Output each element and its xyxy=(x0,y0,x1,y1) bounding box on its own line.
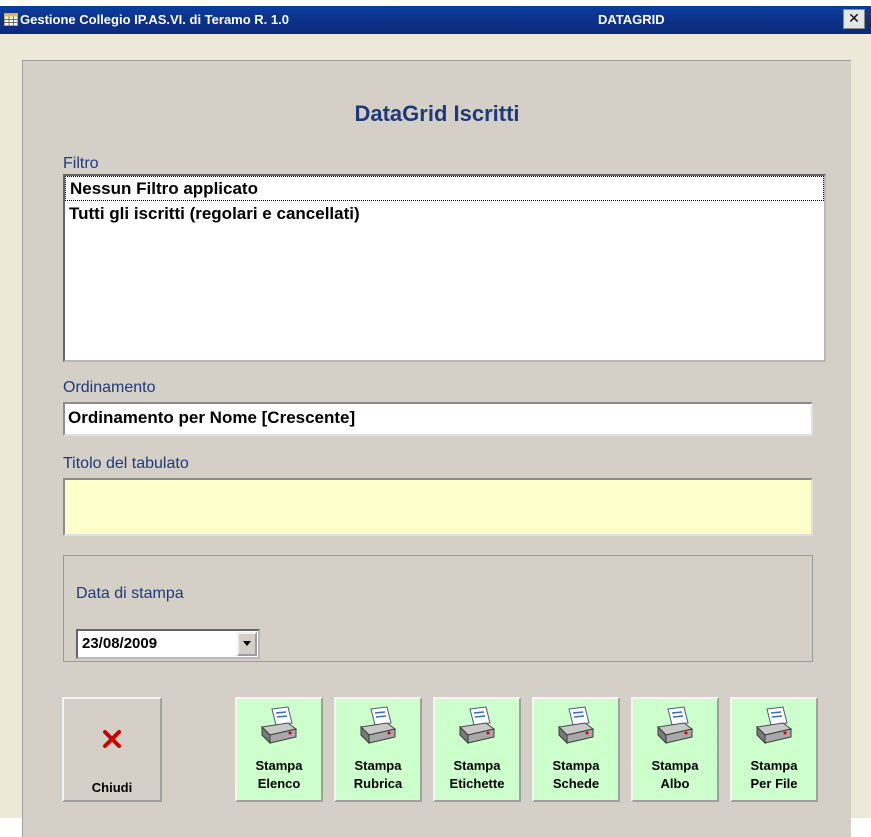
report-title-label: Titolo del tabulato xyxy=(63,455,189,472)
filter-listbox[interactable]: Nessun Filtro applicato Tutti gli iscrit… xyxy=(63,174,826,362)
print-cards-label-line2: Schede xyxy=(552,776,600,791)
close-icon: ✕ xyxy=(848,10,860,26)
print-cards-button[interactable]: Stampa Schede xyxy=(532,697,620,802)
sort-label: Ordinamento xyxy=(63,379,156,396)
print-to-file-label-line1: Stampa xyxy=(750,758,798,773)
printer-icon xyxy=(656,706,694,745)
chevron-down-icon xyxy=(243,641,251,646)
print-register-button[interactable]: Stampa Albo xyxy=(631,697,719,802)
close-button[interactable]: Chiudi xyxy=(62,697,162,802)
report-title-field[interactable] xyxy=(63,478,813,536)
print-directory-label-line1: Stampa xyxy=(354,758,402,773)
printer-icon xyxy=(557,706,595,745)
printer-icon xyxy=(359,706,397,745)
print-register-label-line1: Stampa xyxy=(651,758,699,773)
title-bar: Gestione Collegio IP.AS.VI. di Teramo R.… xyxy=(0,6,871,34)
window-body: DataGrid Iscritti Filtro Nessun Filtro a… xyxy=(0,34,871,837)
filter-option[interactable]: Tutti gli iscritti (regolari e cancellat… xyxy=(65,201,824,226)
red-x-icon xyxy=(103,730,121,748)
print-date-combo[interactable]: 23/08/2009 xyxy=(76,629,260,659)
printer-icon xyxy=(260,706,298,745)
form-name: DATAGRID xyxy=(598,12,665,27)
dropdown-button[interactable] xyxy=(237,632,257,656)
window-close-button[interactable]: ✕ xyxy=(843,9,865,29)
print-list-button[interactable]: Stampa Elenco xyxy=(235,697,323,802)
print-directory-button[interactable]: Stampa Rubrica xyxy=(334,697,422,802)
filter-label: Filtro xyxy=(63,155,99,172)
form-heading: DataGrid Iscritti xyxy=(354,101,520,126)
print-to-file-label-line2: Per File xyxy=(750,776,798,791)
print-labels-label-line1: Stampa xyxy=(453,758,501,773)
print-date-label: Data di stampa xyxy=(76,585,184,602)
print-list-label-line2: Elenco xyxy=(257,776,301,791)
print-labels-label-line2: Etichette xyxy=(449,776,505,791)
filter-option[interactable]: Nessun Filtro applicato xyxy=(65,176,824,201)
printer-icon xyxy=(458,706,496,745)
datasheet-icon xyxy=(4,13,18,26)
print-to-file-button[interactable]: Stampa Per File xyxy=(730,697,818,802)
print-cards-label-line1: Stampa xyxy=(552,758,600,773)
printer-icon xyxy=(755,706,793,745)
print-labels-button[interactable]: Stampa Etichette xyxy=(433,697,521,802)
sort-field[interactable]: Ordinamento per Nome [Crescente] xyxy=(63,402,813,436)
close-button-label: Chiudi xyxy=(91,780,133,795)
print-date-value: 23/08/2009 xyxy=(82,635,158,652)
window-title: Gestione Collegio IP.AS.VI. di Teramo R.… xyxy=(20,12,289,27)
print-list-label-line1: Stampa xyxy=(255,758,303,773)
print-register-label-line2: Albo xyxy=(660,776,690,791)
print-directory-label-line2: Rubrica xyxy=(353,776,403,791)
